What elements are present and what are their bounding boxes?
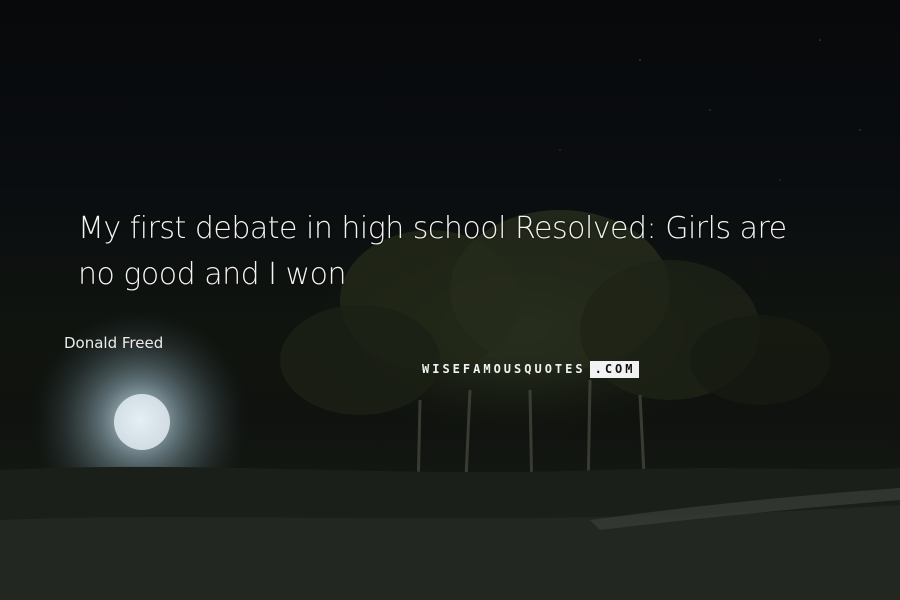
quote-line-1: My first debate in high school Resolved:…: [78, 211, 787, 246]
watermark-tld: .COM: [589, 361, 639, 378]
field: [0, 505, 900, 600]
quote-text: My first debate in high school Resolved:…: [78, 206, 878, 298]
night-landscape-background: [0, 39, 900, 600]
site-watermark: WISEFAMOUSQUOTES .COM: [420, 361, 639, 378]
quote-card: My first debate in high school Resolved:…: [0, 0, 900, 600]
author-name: Donald Freed: [64, 334, 164, 352]
stars: [559, 39, 861, 181]
quote-line-2: no good and I won: [78, 257, 346, 292]
watermark-main: WISEFAMOUSQUOTES: [422, 362, 586, 376]
